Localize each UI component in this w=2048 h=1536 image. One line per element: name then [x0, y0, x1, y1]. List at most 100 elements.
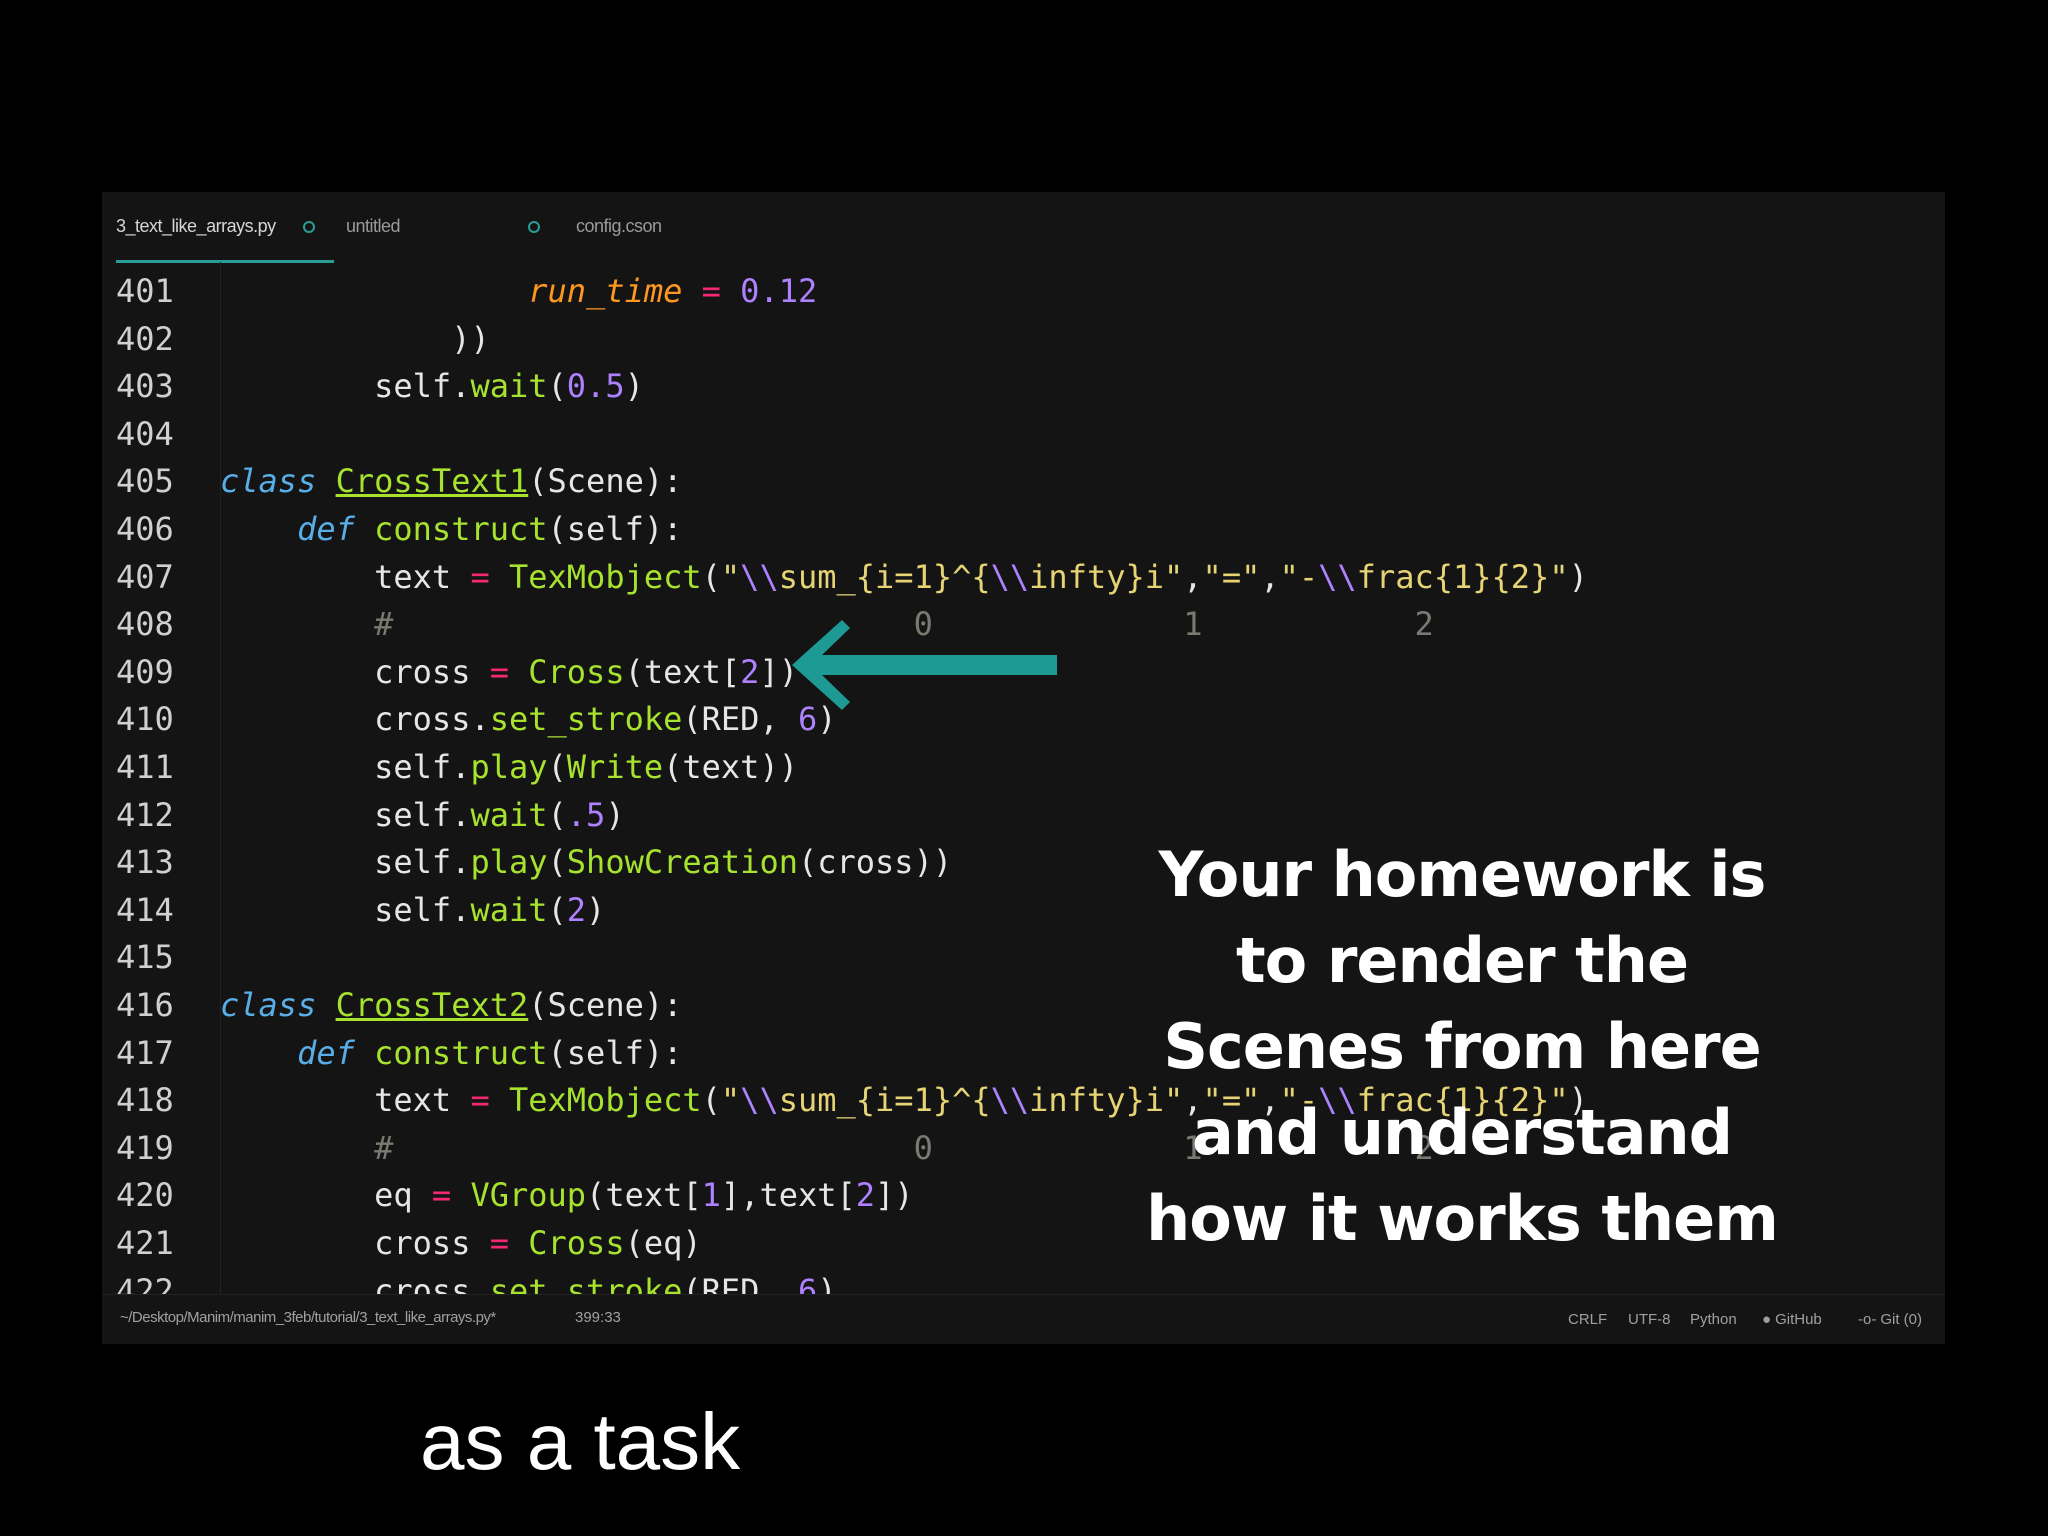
line-code: def construct(self):	[220, 1030, 682, 1078]
code-token: 1	[701, 1176, 721, 1215]
code-token: 2	[855, 1176, 876, 1215]
line-number: 415	[116, 938, 174, 977]
line-number: 402	[116, 319, 174, 358]
code-token: (text[	[624, 652, 741, 691]
code-token: )	[817, 1271, 837, 1294]
code-token: .5	[566, 795, 606, 834]
git-commit-icon: -o-	[1858, 1311, 1877, 1328]
code-token: \\	[740, 1081, 779, 1120]
tab-3-text-like-arrays[interactable]: 3_text_like_arrays.py	[116, 216, 334, 263]
line-number: 420	[116, 1176, 174, 1215]
line-number: 412	[116, 795, 174, 834]
tab-label: untitled	[346, 216, 401, 236]
code-token: (RED,	[682, 700, 798, 739]
left-arrow-icon	[792, 620, 1057, 710]
line-number: 414	[116, 890, 174, 929]
code-token: self.	[220, 843, 471, 882]
modified-dot-icon	[303, 221, 315, 233]
line-number: 417	[116, 1033, 174, 1072]
line-code: run_time = 0.12	[220, 268, 817, 316]
tab-untitled[interactable]: untitled	[346, 216, 556, 260]
code-token: (cross))	[797, 843, 953, 882]
code-token: (RED.	[682, 1271, 798, 1294]
code-token: frac{1}{2}"	[1356, 557, 1569, 596]
code-token: TexMobject	[508, 1081, 702, 1120]
code-token: cross	[220, 1224, 490, 1262]
code-token: class	[220, 462, 317, 501]
line-code: self.wait(2)	[220, 887, 605, 935]
code-token: 2	[566, 890, 587, 929]
code-token: def	[297, 510, 355, 548]
code-token: (	[547, 795, 567, 834]
code-token: set stroke	[489, 1271, 683, 1294]
line-code: def construct(self):	[220, 506, 682, 554]
encoding-indicator[interactable]: UTF-8	[1628, 1311, 1671, 1328]
overlay-line: how it works them	[1146, 1182, 1779, 1255]
line-code: self.wait(.5)	[220, 792, 624, 840]
git-label: Git (0)	[1880, 1311, 1923, 1328]
git-button[interactable]: -o- Git (0)	[1858, 1311, 1922, 1328]
github-button[interactable]: ● GitHub	[1762, 1311, 1822, 1328]
code-token: ))	[220, 319, 490, 358]
code-editor-window: 3_text_like_arrays.py untitled config.cs…	[102, 192, 1945, 1344]
code-token: wait	[470, 367, 548, 406]
code-token: ,	[1183, 557, 1203, 596]
grammar-indicator[interactable]: Python	[1690, 1311, 1737, 1328]
code-token: 6	[797, 1271, 818, 1294]
code-token: TexMobject	[508, 557, 702, 596]
line-code: cross.set_stroke(RED, 6)	[220, 696, 836, 744]
line-ending-indicator[interactable]: CRLF	[1568, 1311, 1607, 1328]
code-token: =	[489, 652, 509, 691]
code-token: \\	[740, 557, 779, 596]
code-token: )	[586, 890, 606, 929]
code-token: )	[624, 367, 644, 406]
line-number: 408	[116, 605, 174, 644]
code-token: text	[220, 1081, 471, 1120]
line-code: cross = Cross(eq)	[220, 1220, 702, 1268]
homework-overlay-text: Your homework is to render the Scenes fr…	[1112, 832, 1812, 1262]
file-path[interactable]: ~/Desktop/Manim/manim_3feb/tutorial/3_te…	[120, 1309, 496, 1326]
code-token: "="	[1202, 557, 1261, 596]
code-token: "	[720, 1081, 741, 1120]
code-token: "	[720, 557, 741, 596]
code-token: class	[220, 986, 317, 1024]
code-token: cross	[220, 652, 490, 691]
code-token: self.	[220, 748, 471, 786]
line-code: text = TexMobject("\\sum_{i=1}^{\\infty}…	[220, 554, 1588, 602]
subtitle-caption: as a task	[420, 1397, 741, 1486]
line-number: 405	[116, 462, 174, 501]
code-token: infty}i"	[1029, 557, 1184, 596]
line-code: cross = Cross(text[2])	[220, 649, 798, 697]
code-token: Cross	[528, 1224, 625, 1262]
code-token: sum_{i=1}^{	[778, 1081, 991, 1120]
line-code: self.wait(0.5)	[220, 363, 644, 411]
code-token: =	[431, 1176, 452, 1215]
tab-label: config.cson	[576, 216, 662, 236]
overlay-line: and understand	[1191, 1096, 1733, 1169]
line-number: 401	[116, 272, 174, 310]
line-number: 422	[116, 1271, 174, 1294]
overlay-line: Your homework is	[1158, 838, 1767, 911]
code-token: 0.5	[566, 367, 625, 406]
overlay-line: to render the	[1236, 924, 1689, 997]
line-number: 413	[116, 843, 174, 882]
code-token: run_time	[528, 272, 683, 310]
code-token: =	[470, 1081, 490, 1120]
line-number: 419	[116, 1128, 174, 1167]
tab-bar: 3_text_like_arrays.py untitled config.cs…	[102, 192, 1945, 263]
code-token: (	[547, 890, 567, 929]
code-token: ],text[	[720, 1176, 856, 1215]
line-code: cross.set stroke(RED. 6)	[220, 1268, 837, 1294]
cursor-position[interactable]: 399:33	[575, 1309, 621, 1326]
tab-config-cson[interactable]: config.cson	[576, 216, 776, 260]
code-token: (self):	[547, 1033, 683, 1072]
code-token: (	[547, 367, 567, 406]
